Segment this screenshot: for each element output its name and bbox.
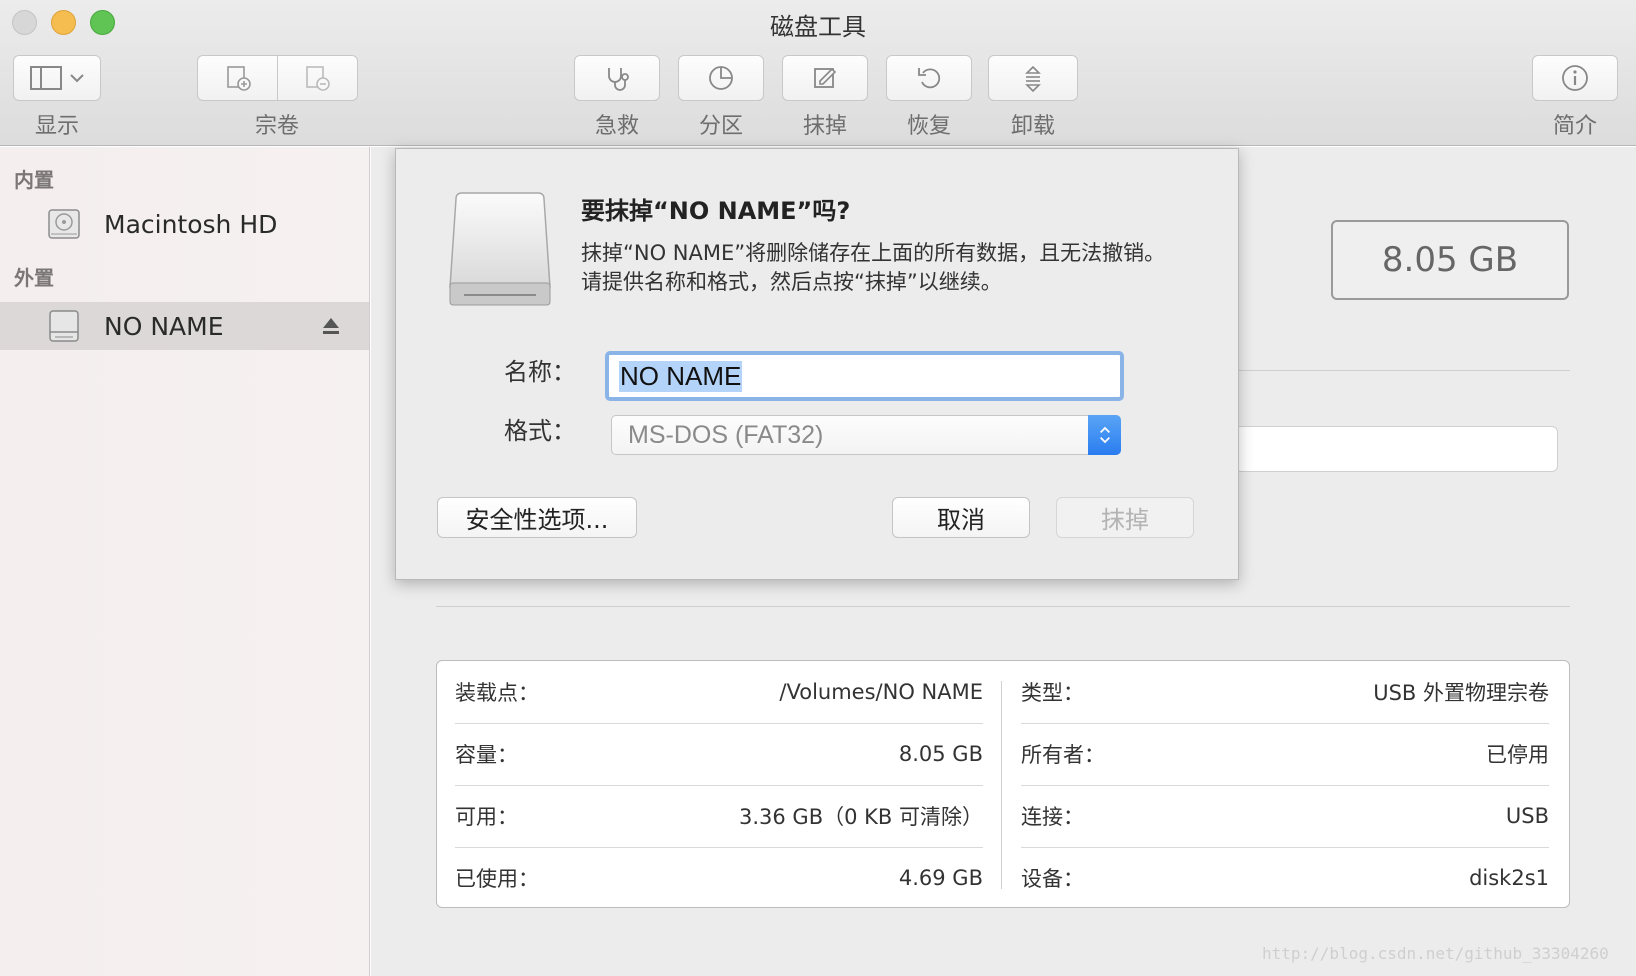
info-column-right: 类型： USB 外置物理宗卷 所有者： 已停用 连接： USB 设备： disk…: [1021, 661, 1549, 909]
info-value: disk2s1: [1469, 866, 1549, 890]
remove-volume-button[interactable]: [278, 56, 357, 100]
usage-bar: [1235, 426, 1558, 472]
info-table: 装载点： /Volumes/NO NAME 容量： 8.05 GB 可用： 3.…: [436, 660, 1570, 908]
sidebar-item-label: Macintosh HD: [104, 209, 278, 239]
info-row-connection: 连接： USB: [1021, 785, 1549, 847]
unmount-button[interactable]: [988, 55, 1078, 101]
external-disk-icon: [449, 192, 551, 306]
name-input[interactable]: NO NAME: [605, 351, 1124, 401]
name-input-value: NO NAME: [619, 360, 743, 392]
remove-volume-icon: [306, 66, 331, 91]
erase-label: 抹掉: [802, 114, 848, 139]
info-key: 可用：: [455, 805, 518, 829]
info-label: 简介: [1552, 114, 1598, 139]
info-row-available: 可用： 3.36 GB（0 KB 可清除）: [455, 785, 983, 847]
sidebar-toggle-icon: [30, 66, 84, 90]
internal-disk-icon: [48, 209, 80, 239]
sidebar-item-macintosh-hd[interactable]: Macintosh HD: [0, 200, 369, 248]
info-value: USB 外置物理宗卷: [1373, 681, 1549, 705]
partition-button[interactable]: [678, 55, 764, 101]
sidebar-item-no-name[interactable]: NO NAME: [0, 302, 369, 350]
column-divider: [1001, 681, 1002, 889]
info-row-owners: 所有者： 已停用: [1021, 723, 1549, 785]
stethoscope-icon: [608, 68, 629, 91]
dialog-title: 要抹掉“NO NAME”吗?: [581, 197, 851, 225]
sidebar-item-label: NO NAME: [104, 311, 224, 341]
external-section-header: 外置: [14, 266, 54, 290]
info-value: 3.36 GB（0 KB 可清除）: [738, 805, 983, 829]
add-volume-icon: [226, 66, 251, 91]
info-key: 类型：: [1021, 681, 1084, 705]
window-title: 磁盘工具: [770, 13, 866, 41]
cancel-button[interactable]: 取消: [892, 497, 1030, 538]
info-row-device: 设备： disk2s1: [1021, 847, 1549, 909]
erase-confirm-button[interactable]: 抹掉: [1056, 497, 1194, 538]
info-key: 连接：: [1021, 805, 1084, 829]
eject-icon[interactable]: [320, 315, 342, 337]
divider: [436, 606, 1570, 607]
dialog-message: 抹掉“NO NAME”将删除储存在上面的所有数据，且无法撤销。请提供名称和格式，…: [581, 241, 1166, 294]
volume-label: 宗卷: [254, 114, 300, 139]
restore-icon: [918, 68, 941, 89]
divider: [1231, 370, 1570, 371]
toolbar: 磁盘工具 显示 宗卷 急救 分区 抹掉 恢复 卸载 简介: [0, 0, 1636, 146]
unmount-icon: [1025, 65, 1041, 93]
select-arrows[interactable]: [1088, 415, 1121, 455]
erase-icon: [814, 67, 837, 88]
info-value: 已停用: [1486, 743, 1549, 767]
external-disk-icon: [49, 310, 79, 342]
volume-segmented-control: [197, 55, 358, 101]
info-value: 4.69 GB: [898, 866, 983, 890]
first-aid-label: 急救: [594, 114, 640, 139]
unmount-label: 卸载: [1010, 114, 1056, 139]
watermark: http://blog.csdn.net/github_33304260: [1262, 944, 1609, 963]
info-row-used: 已使用： 4.69 GB: [455, 847, 983, 909]
add-volume-button[interactable]: [198, 56, 277, 100]
info-icon: [1562, 65, 1588, 91]
info-key: 容量：: [455, 743, 518, 767]
partition-icon: [709, 66, 733, 90]
info-value: 8.05 GB: [898, 742, 983, 766]
info-key: 装载点：: [455, 681, 539, 705]
info-row-type: 类型： USB 外置物理宗卷: [1021, 661, 1549, 723]
format-field-label: 格式：: [504, 417, 576, 445]
info-key: 已使用：: [455, 867, 539, 891]
restore-button[interactable]: [886, 55, 972, 101]
view-label: 显示: [34, 114, 80, 139]
info-value: USB: [1505, 804, 1549, 828]
info-button[interactable]: [1532, 55, 1618, 101]
format-select-value: MS-DOS (FAT32): [628, 420, 824, 449]
info-value: /Volumes/NO NAME: [779, 680, 983, 704]
view-button[interactable]: [13, 55, 101, 101]
restore-label: 恢复: [906, 114, 952, 139]
partition-label: 分区: [698, 114, 744, 139]
info-row-mount-point: 装载点： /Volumes/NO NAME: [455, 661, 983, 723]
chevron-up-down-icon: [1099, 426, 1110, 444]
name-field-label: 名称：: [504, 358, 576, 386]
info-column-left: 装载点： /Volumes/NO NAME 容量： 8.05 GB 可用： 3.…: [455, 661, 983, 909]
info-key: 设备：: [1021, 867, 1084, 891]
erase-button[interactable]: [782, 55, 868, 101]
first-aid-button[interactable]: [574, 55, 660, 101]
capacity-display: 8.05 GB: [1331, 220, 1569, 300]
sidebar: 内置 Macintosh HD 外置 NO NAME: [0, 147, 370, 976]
info-row-capacity: 容量： 8.05 GB: [455, 723, 983, 785]
info-key: 所有者：: [1021, 743, 1105, 767]
internal-section-header: 内置: [14, 168, 54, 192]
security-options-button[interactable]: 安全性选项...: [437, 497, 637, 538]
erase-dialog: 要抹掉“NO NAME”吗? 抹掉“NO NAME”将删除储存在上面的所有数据，…: [395, 148, 1239, 580]
format-select[interactable]: MS-DOS (FAT32): [611, 415, 1121, 455]
